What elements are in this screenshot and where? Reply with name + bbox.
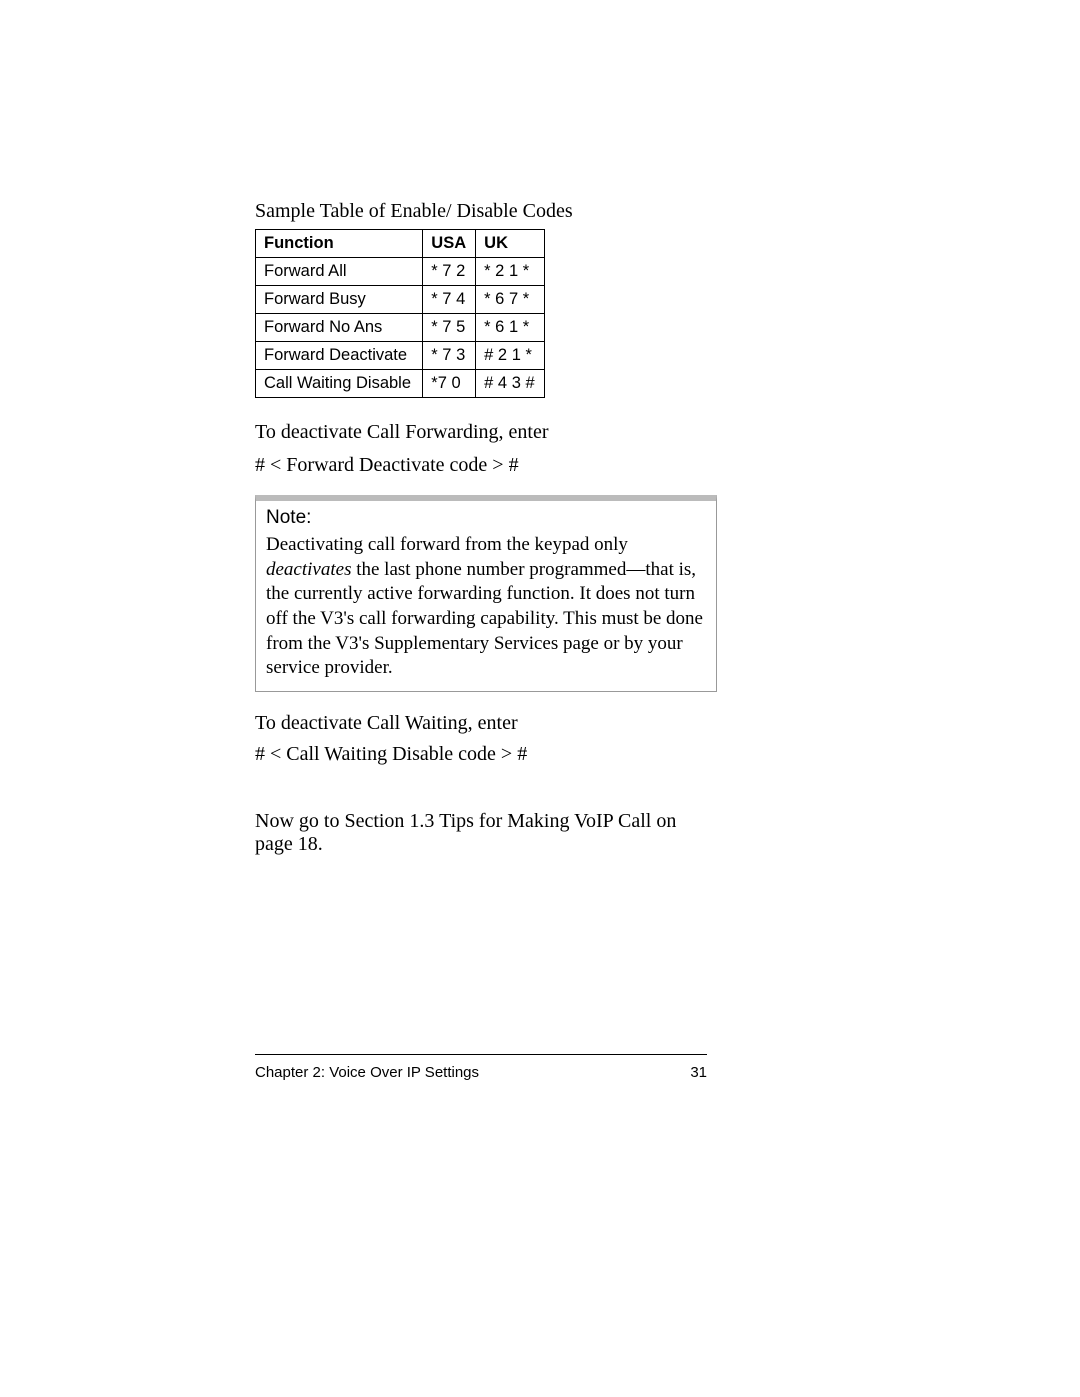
table-header-row: Function USA UK <box>256 230 545 258</box>
cell-function: Call Waiting Disable <box>256 370 423 398</box>
paragraph: To deactivate Call Forwarding, enter <box>255 418 705 446</box>
note-heading: Note: <box>266 507 706 529</box>
cell-usa: * 7 4 <box>423 286 476 314</box>
cell-uk: * 6 1 * <box>476 314 545 342</box>
cell-uk: * 6 7 * <box>476 286 545 314</box>
note-text-pre: Deactivating call forward from the keypa… <box>266 534 628 555</box>
content-column: Sample Table of Enable/ Disable Codes Fu… <box>255 200 705 856</box>
note-box: Note: Deactivating call forward from the… <box>255 495 717 692</box>
page-footer: Chapter 2: Voice Over IP Settings 31 <box>255 1064 707 1081</box>
code-example: # < Call Waiting Disable code > # <box>255 743 705 766</box>
cell-uk: * 2 1 * <box>476 258 545 286</box>
table-row: Call Waiting Disable *7 0 # 4 3 # <box>256 370 545 398</box>
footer-rule <box>255 1054 707 1055</box>
col-uk: UK <box>476 230 545 258</box>
paragraph: To deactivate Call Waiting, enter <box>255 712 705 735</box>
cell-usa: * 7 2 <box>423 258 476 286</box>
cell-uk: # 2 1 * <box>476 342 545 370</box>
cell-uk: # 4 3 # <box>476 370 545 398</box>
footer-chapter: Chapter 2: Voice Over IP Settings <box>255 1064 479 1081</box>
cell-function: Forward Busy <box>256 286 423 314</box>
cell-usa: *7 0 <box>423 370 476 398</box>
note-text-em: deactivates <box>266 559 351 580</box>
cross-reference: Now go to Section 1.3 Tips for Making Vo… <box>255 810 705 856</box>
table-title: Sample Table of Enable/ Disable Codes <box>255 200 705 223</box>
cell-function: Forward All <box>256 258 423 286</box>
cell-usa: * 7 5 <box>423 314 476 342</box>
cell-usa: * 7 3 <box>423 342 476 370</box>
footer-page-number: 31 <box>690 1064 707 1081</box>
cell-function: Forward No Ans <box>256 314 423 342</box>
codes-table: Function USA UK Forward All * 7 2 * 2 1 … <box>255 229 545 398</box>
note-body: Deactivating call forward from the keypa… <box>266 533 706 681</box>
table-row: Forward No Ans * 7 5 * 6 1 * <box>256 314 545 342</box>
table-row: Forward Busy * 7 4 * 6 7 * <box>256 286 545 314</box>
table-row: Forward All * 7 2 * 2 1 * <box>256 258 545 286</box>
col-usa: USA <box>423 230 476 258</box>
code-example: # < Forward Deactivate code > # <box>255 454 705 477</box>
col-function: Function <box>256 230 423 258</box>
cell-function: Forward Deactivate <box>256 342 423 370</box>
table-row: Forward Deactivate * 7 3 # 2 1 * <box>256 342 545 370</box>
page: Sample Table of Enable/ Disable Codes Fu… <box>0 0 1080 1397</box>
